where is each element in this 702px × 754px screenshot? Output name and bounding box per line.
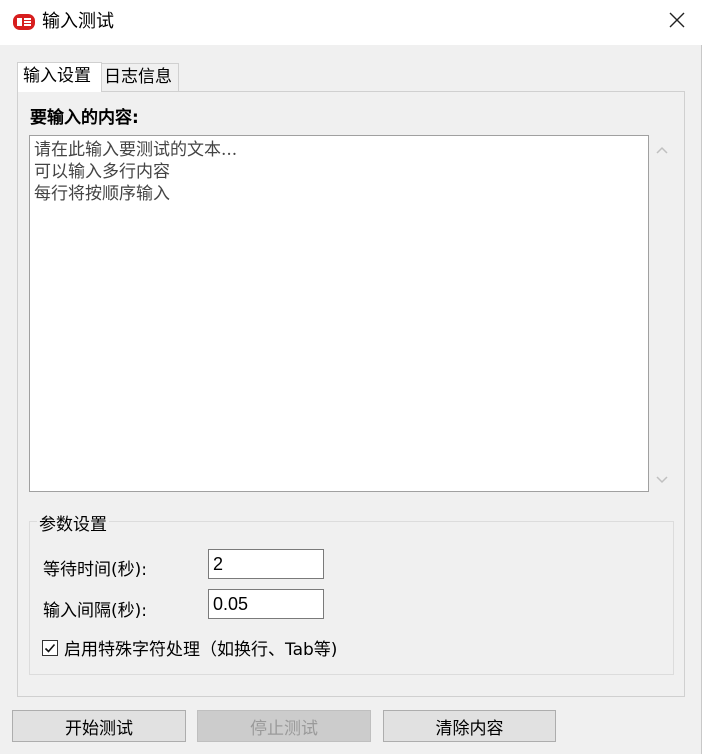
input-interval-input[interactable] — [208, 589, 324, 619]
start-test-button[interactable]: 开始测试 — [12, 710, 186, 742]
toutiao-logo-icon — [12, 12, 36, 32]
stop-test-button[interactable]: 停止测试 — [197, 710, 371, 742]
clear-content-button[interactable]: 清除内容 — [383, 710, 556, 742]
tab-input-settings[interactable]: 输入设置 — [17, 62, 102, 92]
window-title: 输入测试 — [42, 11, 114, 32]
tab-log-info[interactable]: 日志信息 — [102, 63, 179, 91]
special-chars-option[interactable]: 启用特殊字符处理（如换行、Tab等) — [42, 635, 337, 660]
special-chars-label: 启用特殊字符处理（如换行、Tab等) — [64, 640, 338, 660]
input-settings-panel: 要输入的内容: 参数设置 等待时间(秒): 输入间隔(秒): — [17, 91, 685, 697]
app-window: 输入测试 输入设置 日志信息 要输入的内容: 参数设置 等待时 — [0, 0, 702, 754]
content-label: 要输入的内容: — [30, 108, 139, 128]
panel-body: 要输入的内容: 参数设置 等待时间(秒): 输入间隔(秒): — [18, 92, 684, 696]
wait-time-input[interactable] — [208, 549, 324, 579]
params-group-title: 参数设置 — [37, 510, 109, 535]
wait-time-label: 等待时间(秒): — [43, 560, 147, 580]
checkmark-icon — [44, 643, 56, 653]
close-icon — [669, 12, 685, 33]
title-bar: 输入测试 — [0, 0, 702, 45]
input-interval-label: 输入间隔(秒): — [43, 601, 147, 621]
scroll-down-icon[interactable] — [654, 472, 670, 488]
special-chars-checkbox[interactable] — [42, 639, 58, 656]
content-textarea[interactable] — [30, 136, 648, 491]
content-textarea-box — [29, 135, 649, 492]
scroll-up-icon[interactable] — [654, 142, 670, 158]
close-button[interactable] — [652, 0, 702, 45]
